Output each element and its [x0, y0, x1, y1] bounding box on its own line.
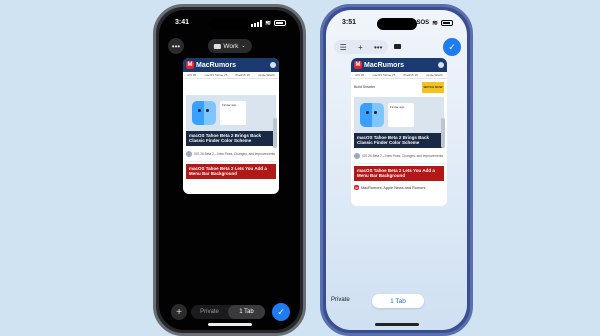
status-bar: 3:41 ≋ — [159, 19, 300, 31]
site-header: M MacRumors — [183, 58, 279, 72]
nav-item: macOS Tahoe 26 — [372, 73, 396, 77]
wifi-icon: ≋ — [265, 20, 271, 27]
article-thumb — [354, 153, 360, 160]
nav-item: iPadOS 26 — [235, 73, 250, 77]
site-nav: iOS 26 macOS Tahoe 26 iPadOS 26 Apple Wa… — [351, 72, 447, 79]
scroll-indicator — [273, 118, 277, 148]
ad-title: Build Smarter — [354, 85, 376, 89]
home-indicator — [374, 323, 419, 326]
article-subrow: iOS 26 Beta 2 – New Fixes, Changes, and … — [354, 150, 444, 164]
nav-item: iOS 26 — [187, 73, 197, 77]
monitor-icon — [213, 43, 221, 49]
hero-image: Finder app — [186, 95, 276, 131]
tab-group-label: Work — [223, 42, 239, 50]
monitor-icon[interactable] — [394, 44, 401, 49]
status-time: 3:41 — [175, 19, 190, 26]
ad-badge: WATCH NOW — [422, 81, 444, 93]
battery-icon — [441, 20, 453, 26]
site-header: M MacRumors — [351, 58, 447, 72]
article-headline: macOS Tahoe Beta 2 Brings Back Classic F… — [186, 131, 276, 146]
hero-window: Finder app — [388, 103, 414, 127]
article-headline: macOS Tahoe Beta 2 Brings Back Classic F… — [354, 133, 444, 148]
battery-icon — [274, 20, 286, 26]
macrumors-logo-icon: M — [354, 61, 362, 69]
page-footer: M MacRumors: Apple News and Rumors — [354, 185, 426, 191]
right-phone: 3:51 SOS ≋ ☰ + ••• ✓ M MacRumors iOS 26 … — [320, 4, 473, 336]
status-bar: 3:51 SOS ≋ — [326, 19, 467, 31]
left-phone: 3:41 ≋ ••• Work ⌄ M MacRumors iOS 26 mac… — [153, 4, 306, 336]
checkmark-icon[interactable]: ✓ — [443, 38, 461, 56]
bottom-toolbar: + Private 1 Tab ✓ — [159, 302, 300, 322]
profile-icon — [270, 62, 276, 68]
left-screen: 3:41 ≋ ••• Work ⌄ M MacRumors iOS 26 mac… — [159, 10, 300, 330]
site-name: MacRumors — [196, 61, 237, 69]
private-label[interactable]: Private — [331, 297, 350, 303]
checkmark-icon[interactable]: ✓ — [272, 303, 290, 321]
top-toolbar: ••• Work ⌄ — [159, 38, 300, 56]
more-dots-icon[interactable]: ••• — [168, 38, 184, 54]
nav-item: Apple Watch — [426, 73, 443, 77]
status-time: 3:51 — [342, 19, 357, 26]
tab-thumbnail[interactable]: M MacRumors iOS 26 macOS Tahoe 26 iPadOS… — [183, 58, 279, 194]
plus-icon[interactable]: + — [358, 43, 363, 52]
tab-thumbnail[interactable]: M MacRumors iOS 26 macOS Tahoe 26 iPadOS… — [351, 58, 447, 206]
sidebar-list-icon[interactable]: ☰ — [340, 43, 347, 52]
macrumors-logo-icon: M — [354, 185, 359, 191]
tab-group-selector[interactable]: Work ⌄ — [207, 39, 252, 53]
top-toolbar: ☰ + ••• ✓ — [326, 38, 467, 58]
macrumors-logo-icon: M — [186, 61, 194, 69]
nav-item: iPadOS 26 — [403, 73, 418, 77]
article-red-headline: macOS Tahoe Beta 2 Lets You Add a Menu B… — [354, 165, 444, 182]
segment-private[interactable]: Private — [191, 309, 228, 315]
hero-image: Finder app — [354, 97, 444, 133]
nav-item: Apple Watch — [258, 73, 275, 77]
nav-item: macOS Tahoe 26 — [204, 73, 228, 77]
article-thumb — [186, 151, 192, 158]
cellular-signal-icon — [251, 19, 263, 27]
ad-banner: Build Smarter WATCH NOW — [351, 79, 447, 95]
segment-tabs[interactable]: 1 Tab — [228, 305, 265, 319]
chevron-down-icon: ⌄ — [241, 43, 246, 49]
article-subrow: iOS 26 Beta 2 – New Fixes, Changes, and … — [186, 148, 276, 162]
tabs-count-pill[interactable]: 1 Tab — [372, 294, 424, 308]
tab-mode-segment[interactable]: Private 1 Tab — [191, 305, 265, 319]
profile-icon — [438, 62, 444, 68]
plus-icon[interactable]: + — [171, 304, 187, 320]
wifi-icon: ≋ — [432, 20, 438, 27]
right-screen: 3:51 SOS ≋ ☰ + ••• ✓ M MacRumors iOS 26 … — [326, 10, 467, 330]
article-red-headline: macOS Tahoe Beta 2 Lets You Add a Menu B… — [186, 163, 276, 180]
scroll-indicator — [441, 118, 445, 148]
finder-icon — [192, 101, 216, 125]
home-indicator — [207, 323, 252, 326]
finder-icon — [360, 103, 384, 127]
site-name: MacRumors — [364, 61, 405, 69]
bottom-toolbar: Private 1 Tab — [326, 294, 467, 310]
hero-window: Finder app — [220, 101, 246, 125]
nav-item: iOS 26 — [355, 73, 365, 77]
site-nav: iOS 26 macOS Tahoe 26 iPadOS 26 Apple Wa… — [183, 72, 279, 79]
more-dots-icon[interactable]: ••• — [374, 43, 382, 52]
toolbar-icon-group: ☰ + ••• — [334, 40, 388, 54]
sos-label: SOS — [416, 20, 430, 26]
